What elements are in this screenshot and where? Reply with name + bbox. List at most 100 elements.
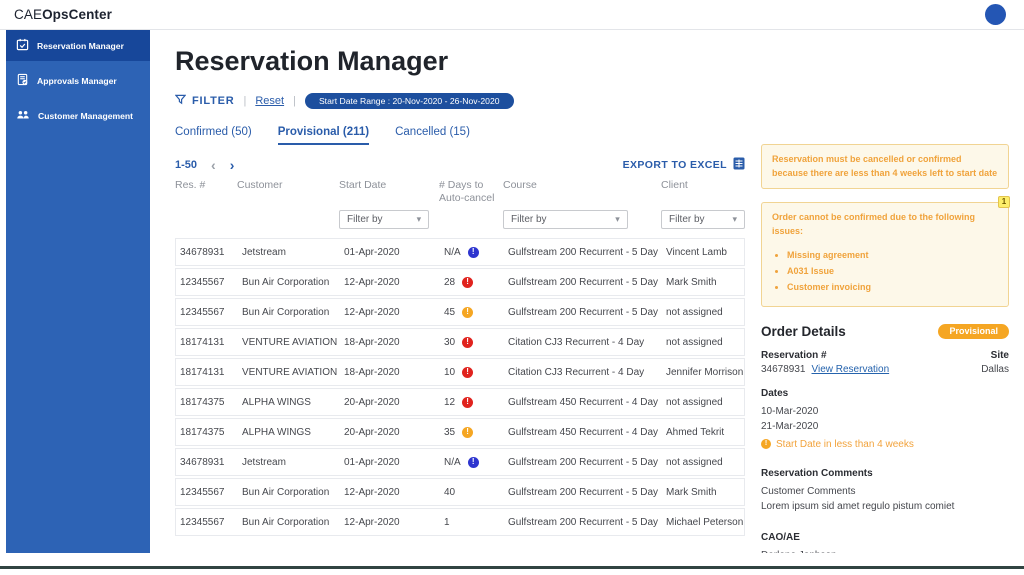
customer-cell: VENTURE AVIATION [242,367,342,378]
table-body: 34678931 Jetstream 01-Apr-2020 N/A ! Gul… [175,238,745,536]
filter-button[interactable]: FILTER [175,94,234,108]
course-filter-dropdown[interactable]: Filter by ▾ [503,210,628,229]
date-start: 10-Mar-2020 [761,404,1009,419]
customer-cell: Jetstream [242,247,342,258]
tab-bar: Confirmed (50) Provisional (211) Cancell… [175,126,745,145]
table-row[interactable]: 12345567 Bun Air Corporation 12-Apr-2020… [175,508,745,536]
alert-icon: ! [462,367,473,378]
issues-title: Order cannot be confirmed due to the fol… [772,212,975,236]
filter-button-label: FILTER [192,95,234,107]
logo-prefix: CAE [14,7,42,22]
table-row[interactable]: 12345567 Bun Air Corporation 12-Apr-2020… [175,268,745,296]
start-date-filter-dropdown[interactable]: Filter by ▾ [339,210,429,229]
days-to-autocancel-cell: N/A ! [444,247,506,258]
chevron-down-icon: ▾ [417,214,422,225]
funnel-icon [175,94,186,108]
start-date-cell: 01-Apr-2020 [344,247,442,258]
date-range-chip[interactable]: Start Date Range : 20-Nov-2020 - 26-Nov-… [305,93,514,109]
document-check-icon [16,73,29,88]
comments-line-1: Customer Comments [761,484,1009,499]
customer-cell: Bun Air Corporation [242,487,342,498]
reservation-number-cell: 18174375 [180,427,240,438]
customer-cell: ALPHA WINGS [242,397,342,408]
days-to-autocancel-cell: 10 ! [444,367,506,378]
start-date-cell: 12-Apr-2020 [344,307,442,318]
view-reservation-link[interactable]: View Reservation [812,364,890,375]
app-body: Reservation Manager Approvals Manager [0,30,1024,553]
export-to-excel-button[interactable]: EXPORT TO EXCEL [623,157,745,173]
issues-list: Missing agreementA031 IssueCustomer invo… [772,248,998,295]
site-block: Site Dallas [981,350,1009,375]
table-row[interactable]: 12345567 Bun Air Corporation 12-Apr-2020… [175,298,745,326]
table-row[interactable]: 34678931 Jetstream 01-Apr-2020 N/A ! Gul… [175,448,745,476]
client-cell: Mark Smith [666,487,744,498]
tab-cancelled[interactable]: Cancelled (15) [395,126,470,145]
sidebar-item-reservation-manager[interactable]: Reservation Manager [6,30,150,61]
table-row[interactable]: 18174131 VENTURE AVIATION 18-Apr-2020 10… [175,358,745,386]
alert-icon: ! [462,427,473,438]
course-cell: Gulfstream 450 Recurrent - 4 Day [508,397,664,408]
days-value: 10 [444,367,455,378]
client-cell: not assigned [666,397,744,408]
sidebar-item-customer-management[interactable]: Customer Management [6,100,150,131]
issue-item: A031 Issue [787,264,998,278]
days-value: 12 [444,397,455,408]
order-details-panel: Reservation must be cancelled or confirm… [761,44,1009,553]
table-row[interactable]: 12345567 Bun Air Corporation 12-Apr-2020… [175,478,745,506]
client-filter-dropdown[interactable]: Filter by ▾ [661,210,745,229]
reset-link[interactable]: Reset [255,95,284,107]
days-to-autocancel-cell: 1 ! [444,517,506,528]
reservation-number-cell: 12345567 [180,307,240,318]
comments-block: Reservation Comments Customer Comments L… [761,466,1009,514]
main-content: Reservation Manager FILTER | Reset | Sta… [150,30,1024,553]
sidebar-item-approvals-manager[interactable]: Approvals Manager [6,65,150,96]
issue-count-badge: 1 [998,196,1010,208]
start-date-warning: ! Start Date in less than 4 weeks [761,437,1009,452]
tab-provisional[interactable]: Provisional (211) [278,126,369,145]
course-cell: Gulfstream 200 Recurrent - 5 Day [508,247,664,258]
users-icon [16,108,30,123]
customer-cell: VENTURE AVIATION [242,337,342,348]
excel-icon [733,157,745,173]
reservation-number-cell: 12345567 [180,277,240,288]
customer-cell: Bun Air Corporation [242,277,342,288]
days-to-autocancel-cell: N/A ! [444,457,506,468]
tab-confirmed[interactable]: Confirmed (50) [175,126,252,145]
next-page-icon[interactable]: › [230,158,235,172]
dropdown-value: Filter by [347,214,383,225]
date-end: 21-Mar-2020 [761,419,1009,434]
previous-page-icon[interactable]: ‹ [211,158,216,172]
days-value: 35 [444,427,455,438]
days-value: 40 [444,487,455,498]
order-details-header: Order Details Provisional [761,324,1009,339]
table-row[interactable]: 34678931 Jetstream 01-Apr-2020 N/A ! Gul… [175,238,745,266]
user-avatar[interactable] [985,4,1006,25]
table-row[interactable]: 18174131 VENTURE AVIATION 18-Apr-2020 30… [175,328,745,356]
course-cell: Citation CJ3 Recurrent - 4 Day [508,367,664,378]
table-row[interactable]: 18174375 ALPHA WINGS 20-Apr-2020 12 ! Gu… [175,388,745,416]
dropdown-value: Filter by [511,214,547,225]
client-cell: not assigned [666,457,744,468]
comments-line-2: Lorem ipsum sid amet regulo pistum comie… [761,499,1009,514]
table-filter-row: Filter by ▾ Filter by ▾ Filter by ▾ [175,210,745,229]
cao-value: Darlene Jonhson [761,548,1009,553]
client-cell: Jennifer Morrison [666,367,744,378]
reservation-number-cell: 18174131 [180,367,240,378]
days-to-autocancel-cell: 35 ! [444,427,506,438]
customer-cell: Bun Air Corporation [242,517,342,528]
reservation-site-row: Reservation # 34678931View Reservation S… [761,350,1009,375]
reservation-number-cell: 18174375 [180,397,240,408]
days-value: N/A [444,247,461,258]
dates-block: Dates 10-Mar-2020 21-Mar-2020 ! Start Da… [761,386,1009,452]
reservation-number-cell: 34678931 [180,457,240,468]
dates-label: Dates [761,386,1009,401]
days-value: 28 [444,277,455,288]
reservation-number-cell: 12345567 [180,487,240,498]
client-cell: Ahmed Tekrit [666,427,744,438]
client-cell: not assigned [666,307,744,318]
start-date-cell: 20-Apr-2020 [344,397,442,408]
course-cell: Citation CJ3 Recurrent - 4 Day [508,337,664,348]
table-row[interactable]: 18174375 ALPHA WINGS 20-Apr-2020 35 ! Gu… [175,418,745,446]
reservation-number-value: 34678931 [761,364,806,375]
comments-label: Reservation Comments [761,466,1009,481]
